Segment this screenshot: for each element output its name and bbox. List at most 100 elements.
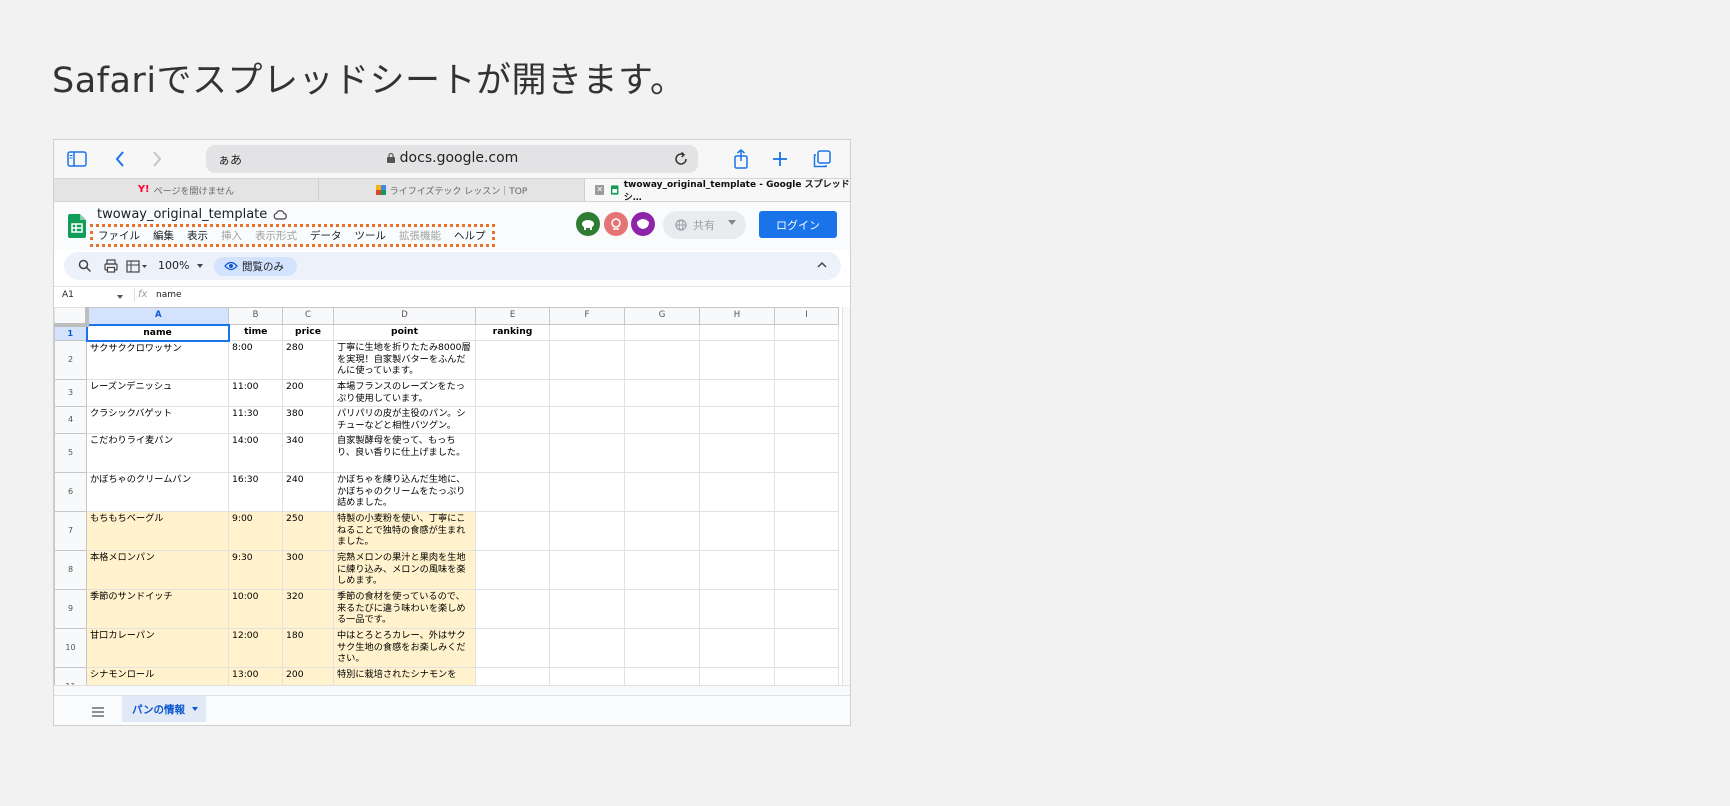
menu-data[interactable]: データ [310, 228, 342, 243]
cell[interactable]: 320 [282, 589, 334, 629]
cloud-status-icon[interactable] [273, 209, 287, 221]
cell[interactable] [549, 472, 625, 512]
cell[interactable] [475, 667, 550, 685]
row-header[interactable]: 11 [54, 667, 87, 685]
cell[interactable] [774, 550, 839, 590]
cell[interactable] [774, 406, 839, 434]
browser-tab-yahoo[interactable]: Y! ページを開けません [54, 179, 319, 201]
cell[interactable]: クラシックバゲット [86, 406, 229, 434]
cell[interactable] [774, 628, 839, 668]
cell[interactable] [475, 379, 550, 407]
row-header[interactable]: 7 [54, 511, 87, 551]
cell[interactable]: 340 [282, 433, 334, 473]
row-header[interactable]: 6 [54, 472, 87, 512]
print-icon[interactable] [104, 259, 118, 273]
cell[interactable] [624, 324, 700, 341]
new-tab-icon[interactable] [769, 148, 791, 170]
cell[interactable]: 13:00 [228, 667, 283, 685]
row-header[interactable]: 8 [54, 550, 87, 590]
cell[interactable] [699, 628, 775, 668]
cell[interactable] [774, 667, 839, 685]
browser-tab-lifeistech[interactable]: ライフイズテック レッスン｜TOP [319, 179, 585, 201]
menu-view[interactable]: 表示 [187, 228, 208, 243]
cell[interactable] [549, 406, 625, 434]
cell[interactable]: 16:30 [228, 472, 283, 512]
cell[interactable]: 280 [282, 340, 334, 380]
menu-edit[interactable]: 編集 [153, 228, 174, 243]
cell[interactable]: 300 [282, 550, 334, 590]
cell[interactable]: 180 [282, 628, 334, 668]
cell[interactable]: 季節のサンドイッチ [86, 589, 229, 629]
cell[interactable] [699, 340, 775, 380]
cell[interactable] [549, 511, 625, 551]
cell[interactable] [549, 589, 625, 629]
cell[interactable]: price [282, 324, 334, 341]
cell[interactable]: シナモンロール [86, 667, 229, 685]
cell[interactable] [624, 589, 700, 629]
close-tab-icon[interactable]: ✕ [595, 185, 605, 195]
cell[interactable] [699, 379, 775, 407]
vertical-scrollbar[interactable] [842, 307, 850, 685]
cell[interactable] [549, 628, 625, 668]
chevron-down-icon[interactable] [192, 707, 198, 711]
row-header[interactable]: 1 [54, 324, 87, 341]
cell[interactable] [774, 340, 839, 380]
sheets-logo-icon[interactable] [68, 214, 86, 238]
forward-icon[interactable] [146, 148, 168, 170]
row-header[interactable]: 3 [54, 379, 87, 407]
cell[interactable]: 特別に栽培されたシナモンを [333, 667, 476, 685]
share-icon[interactable] [730, 148, 752, 170]
cell[interactable]: 甘口カレーパン [86, 628, 229, 668]
menu-file[interactable]: ファイル [98, 228, 140, 243]
formula-input[interactable]: name [156, 290, 182, 300]
cell[interactable] [774, 324, 839, 341]
column-header[interactable]: D [333, 307, 476, 325]
avatar[interactable] [576, 212, 600, 236]
cell[interactable] [549, 433, 625, 473]
cell[interactable] [549, 667, 625, 685]
chevron-up-icon[interactable] [817, 261, 827, 268]
cell[interactable]: 完熟メロンの果汁と果肉を生地に練り込み、メロンの風味を楽しめます。 [333, 550, 476, 590]
cell[interactable] [774, 589, 839, 629]
cell[interactable] [699, 511, 775, 551]
cell[interactable]: もちもちベーグル [86, 511, 229, 551]
cell[interactable] [624, 406, 700, 434]
menu-format[interactable]: 表示形式 [255, 228, 297, 243]
cell[interactable]: name [85, 323, 230, 342]
cell[interactable]: かぼちゃのクリームパン [86, 472, 229, 512]
cell[interactable]: 14:00 [228, 433, 283, 473]
cell[interactable]: 8:00 [228, 340, 283, 380]
cell[interactable]: 特製の小麦粉を使い、丁寧にこねることで独特の食感が生まれました。 [333, 511, 476, 551]
document-title[interactable]: twoway_original_template [97, 207, 267, 222]
menu-insert[interactable]: 挿入 [221, 228, 242, 243]
cell[interactable] [624, 511, 700, 551]
column-header[interactable]: I [774, 307, 839, 325]
cell[interactable]: こだわりライ麦パン [86, 433, 229, 473]
cell[interactable] [624, 379, 700, 407]
cell[interactable]: 自家製酵母を使って、もっちり、良い香りに仕上げました。 [333, 433, 476, 473]
browser-tab-sheets[interactable]: ✕ twoway_original_template - Google スプレッ… [585, 179, 850, 203]
cell[interactable] [475, 406, 550, 434]
cell[interactable] [699, 433, 775, 473]
cell[interactable] [624, 550, 700, 590]
name-box[interactable]: A1 [62, 290, 74, 300]
cell[interactable] [699, 324, 775, 341]
cell[interactable]: 中はとろとろカレー、外はサクサク生地の食感をお楽しみください。 [333, 628, 476, 668]
menu-icon[interactable] [92, 707, 104, 717]
chevron-down-icon[interactable] [197, 264, 203, 268]
cell[interactable] [549, 340, 625, 380]
select-all-corner[interactable] [54, 307, 89, 327]
column-header[interactable]: B [228, 307, 283, 325]
row-header[interactable]: 4 [54, 406, 87, 434]
cell[interactable]: 250 [282, 511, 334, 551]
cell[interactable] [774, 472, 839, 512]
cell[interactable] [699, 589, 775, 629]
cell[interactable]: 200 [282, 379, 334, 407]
cell[interactable] [549, 550, 625, 590]
cell[interactable]: レーズンデニッシュ [86, 379, 229, 407]
login-button[interactable]: ログイン [759, 211, 837, 238]
cell[interactable]: ranking [475, 324, 550, 341]
reload-icon[interactable] [672, 150, 690, 168]
cell[interactable]: 380 [282, 406, 334, 434]
back-icon[interactable] [109, 148, 131, 170]
